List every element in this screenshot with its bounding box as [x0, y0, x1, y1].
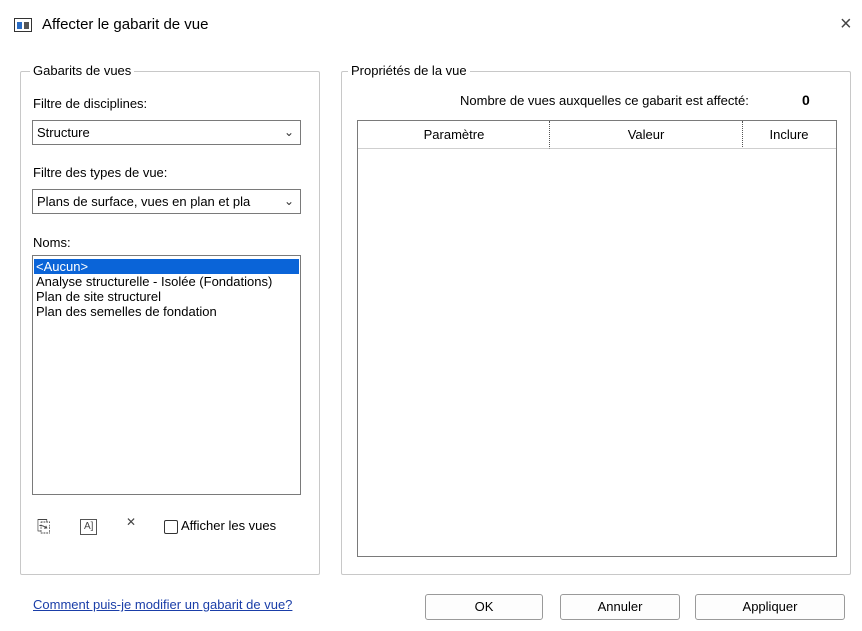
window-app-icon [14, 18, 32, 32]
column-header-inclure[interactable]: Inclure [742, 121, 836, 149]
view-type-filter-select[interactable]: Plans de surface, vues en plan et pla ⌄ [32, 189, 301, 214]
list-item[interactable]: Plan de site structurel [34, 289, 299, 304]
ok-button[interactable]: OK [425, 594, 543, 620]
chevron-down-icon: ⌄ [283, 125, 294, 139]
assigned-count-label: Nombre de vues auxquelles ce gabarit est… [460, 93, 749, 108]
view-templates-legend: Gabarits de vues [30, 63, 135, 78]
delete-icon[interactable]: ✕ [126, 515, 136, 529]
discipline-filter-label: Filtre de disciplines: [33, 96, 148, 111]
properties-table[interactable]: Paramètre Valeur Inclure [357, 120, 837, 557]
column-header-valeur[interactable]: Valeur [549, 121, 743, 149]
window-title: Affecter le gabarit de vue [42, 16, 209, 33]
view-properties-legend: Propriétés de la vue [348, 63, 470, 78]
close-icon[interactable]: × [840, 13, 852, 36]
duplicate-icon[interactable]: ⎘ [37, 517, 51, 537]
list-item[interactable]: <Aucun> [34, 259, 299, 274]
assigned-count-value: 0 [802, 92, 810, 108]
chevron-down-icon: ⌄ [283, 194, 294, 208]
show-views-label: Afficher les vues [181, 518, 277, 533]
names-label: Noms: [33, 235, 71, 250]
cancel-button[interactable]: Annuler [560, 594, 680, 620]
view-type-filter-label: Filtre des types de vue: [33, 165, 168, 180]
discipline-filter-value: Structure [37, 125, 90, 140]
discipline-filter-select[interactable]: Structure ⌄ [32, 120, 301, 145]
help-link[interactable]: Comment puis-je modifier un gabarit de v… [33, 597, 292, 612]
list-item[interactable]: Analyse structurelle - Isolée (Fondation… [34, 274, 299, 289]
view-type-filter-value: Plans de surface, vues en plan et pla [37, 194, 251, 209]
names-listbox[interactable]: <Aucun> Analyse structurelle - Isolée (F… [32, 255, 301, 495]
column-header-parametre[interactable]: Paramètre [358, 121, 550, 149]
list-item[interactable]: Plan des semelles de fondation [34, 304, 299, 319]
show-views-checkbox[interactable] [164, 520, 178, 534]
rename-icon[interactable]: A] [80, 519, 98, 535]
apply-button[interactable]: Appliquer [695, 594, 845, 620]
